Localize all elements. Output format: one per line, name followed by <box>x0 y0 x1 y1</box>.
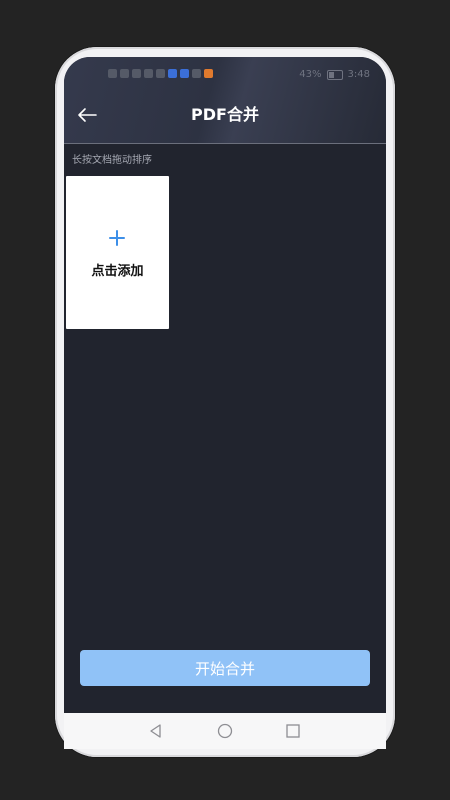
app-notification-icon <box>192 69 201 78</box>
add-card-label: 点击添加 <box>91 264 144 279</box>
nav-recent-icon[interactable] <box>284 722 302 740</box>
app-notification-icon <box>180 69 189 78</box>
app-screen: 43% 3:48 PDF合并 长按文档拖动排序 点击添加 开始合并 <box>64 57 386 713</box>
signal-icon <box>132 69 141 78</box>
app-notification-icon <box>204 69 213 78</box>
battery-icon <box>326 69 343 80</box>
plus-icon <box>109 230 125 246</box>
nav-home-icon[interactable] <box>216 722 234 740</box>
status-icons <box>108 69 213 78</box>
hd-icon <box>108 69 117 78</box>
start-merge-button[interactable]: 开始合并 <box>80 650 370 686</box>
app-notification-icon <box>168 69 177 78</box>
status-time: 3:48 <box>347 69 370 80</box>
add-document-card[interactable]: 点击添加 <box>66 176 169 329</box>
battery-percent: 43% <box>299 69 322 80</box>
status-bar: 43% 3:48 <box>64 67 386 85</box>
signal-icon <box>120 69 129 78</box>
system-nav-bar <box>64 713 386 749</box>
status-right: 43% 3:48 <box>299 69 370 80</box>
nav-back-icon[interactable] <box>147 722 165 740</box>
sort-hint: 长按文档拖动排序 <box>72 155 152 166</box>
stage: 43% 3:48 PDF合并 长按文档拖动排序 点击添加 开始合并 <box>0 0 450 800</box>
nfc-icon <box>156 69 165 78</box>
wifi-icon <box>144 69 153 78</box>
page-title: PDF合并 <box>191 105 259 124</box>
